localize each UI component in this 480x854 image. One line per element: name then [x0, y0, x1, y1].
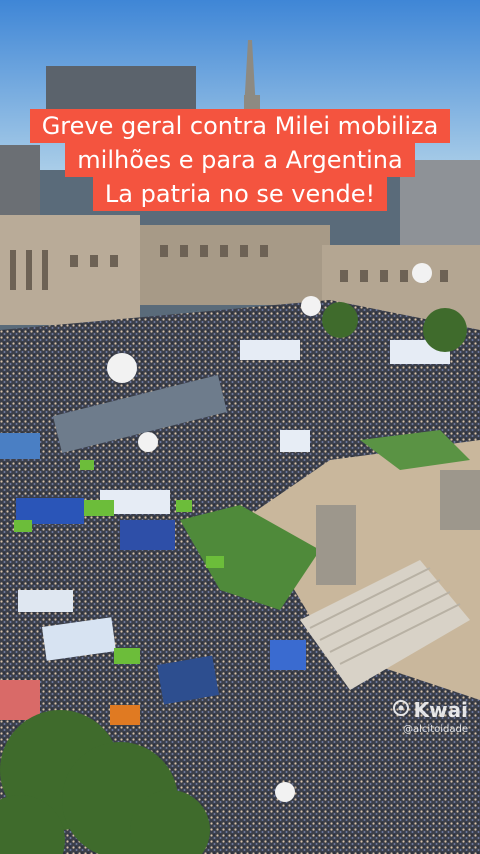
caption-line-1: Greve geral contra Milei mobiliza: [29, 109, 451, 143]
kwai-logo-icon: [392, 698, 410, 722]
caption-overlay: Greve geral contra Milei mobiliza milhõe…: [0, 109, 480, 211]
kwai-username: @alcitoidade: [403, 724, 468, 735]
kwai-watermark: Kwai @alcitoidade: [392, 698, 468, 735]
caption-line-2: milhões e para a Argentina: [65, 143, 415, 177]
kwai-brand-label: Kwai: [413, 698, 468, 722]
kwai-brand: Kwai: [392, 698, 468, 722]
caption-line-3: La patria no se vende!: [92, 177, 388, 211]
